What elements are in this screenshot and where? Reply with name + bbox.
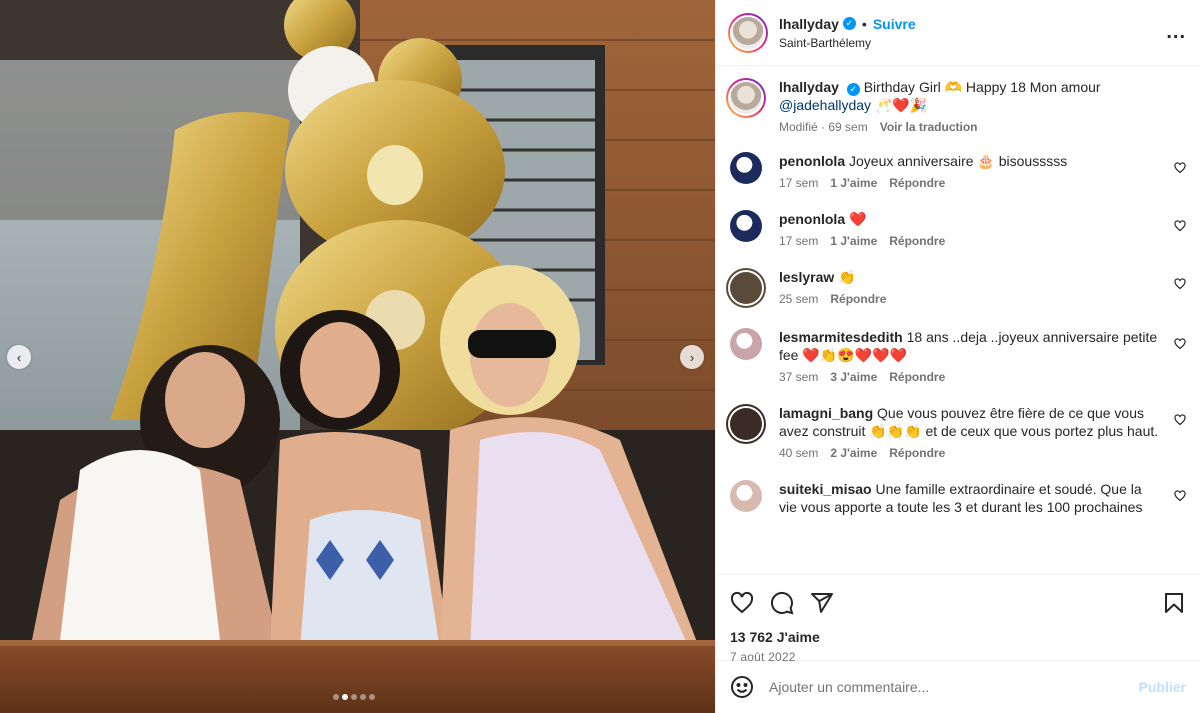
post-header: lhallyday ✓ • Suivre Saint-Barthélemy ..… [716,0,1200,66]
carousel-prev-button[interactable]: ‹ [7,345,31,369]
comment-text: ❤️ [849,211,867,227]
verified-badge-icon: ✓ [842,17,856,30]
comment-item: lamagni_bang Que vous pouvez être fière … [726,404,1186,460]
comment-item: leslyraw 👏 25 sem Répondre [726,268,1186,308]
commenter-username[interactable]: penonlola [779,211,845,227]
reply-button[interactable]: Répondre [889,446,945,460]
post-media[interactable]: ‹ › [0,0,715,713]
carousel-indicator [333,694,375,700]
chevron-right-icon: › [689,349,695,365]
commenter-username[interactable]: penonlola [779,153,845,169]
comment-item: lesmarmitesdedith 18 ans ..deja ..joyeux… [730,328,1186,384]
comment-like-heart-icon[interactable] [1174,219,1186,232]
comment-likes[interactable]: 2 J'aime [830,446,877,460]
share-icon[interactable] [810,591,834,615]
comment-like-heart-icon[interactable] [1174,277,1186,290]
caption-author-avatar[interactable] [726,78,766,118]
caption-username[interactable]: lhallyday [779,79,839,95]
publish-button[interactable]: Publier [1139,679,1186,695]
comment-text: Joyeux anniversaire 🎂 bisousssss [849,153,1068,169]
comment-likes[interactable]: 1 J'aime [830,176,877,190]
author-username[interactable]: lhallyday [779,16,839,32]
chevron-left-icon: ‹ [16,349,22,365]
commenter-avatar[interactable] [726,268,766,308]
comment-like-heart-icon[interactable] [1174,489,1186,502]
reply-button[interactable]: Répondre [889,176,945,190]
commenter-username[interactable]: leslyraw [779,269,834,285]
comment-like-heart-icon[interactable] [1174,161,1186,174]
post-location[interactable]: Saint-Barthélemy [779,36,1166,50]
heart-icon[interactable] [730,591,754,615]
reply-button[interactable]: Répondre [889,370,945,384]
comment-likes[interactable]: 3 J'aime [830,370,877,384]
comment-like-heart-icon[interactable] [1174,337,1186,350]
comment-item: suiteki_misao Une famille extraordinaire… [730,480,1186,516]
commenter-avatar[interactable] [730,328,762,360]
comment-time[interactable]: 17 sem [779,176,818,190]
bookmark-icon[interactable] [1162,591,1186,615]
caption-text: Birthday Girl 🫶 Happy 18 Mon amour [863,79,1101,95]
commenter-avatar[interactable] [730,210,762,242]
emoji-icon[interactable] [730,675,754,699]
reply-button[interactable]: Répondre [830,292,886,306]
post-caption: lhallyday ✓ Birthday Girl 🫶 Happy 18 Mon… [726,78,1186,134]
follow-button[interactable]: Suivre [873,16,916,32]
carousel-dot [351,694,357,700]
comment-likes[interactable]: 1 J'aime [830,234,877,248]
comment-like-heart-icon[interactable] [1174,413,1186,426]
post-date: 7 août 2022 [730,650,796,664]
caption-emojis: 🥂❤️🎉 [871,97,928,113]
comment-icon[interactable] [770,591,794,615]
post-actions: 13 762 J'aime 7 août 2022 [716,574,1200,664]
commenter-avatar[interactable] [726,404,766,444]
author-avatar[interactable] [728,12,768,53]
add-comment-bar: Publier [716,660,1200,713]
more-options-button[interactable]: ... [1166,21,1186,44]
comment-item: penonlola Joyeux anniversaire 🎂 bisousss… [730,152,1186,190]
separator-dot: • [861,15,867,32]
commenter-username[interactable]: lamagni_bang [779,405,873,421]
carousel-dot [342,694,348,700]
carousel-dot [369,694,375,700]
comment-time[interactable]: 25 sem [779,292,818,306]
carousel-dot [333,694,339,700]
comment-text: 👏 [838,269,856,285]
commenter-avatar[interactable] [730,152,762,184]
post-photo [0,0,715,713]
instagram-post-view: ‹ › lhallyday ✓ • Suivre Saint-Barthélem… [0,0,1200,713]
carousel-dot [360,694,366,700]
caption-edited: Modifié · 69 sem [779,120,868,134]
comments-list[interactable]: lhallyday ✓ Birthday Girl 🫶 Happy 18 Mon… [716,66,1200,574]
comment-time[interactable]: 37 sem [779,370,818,384]
likes-count[interactable]: 13 762 J'aime [730,629,1186,645]
translate-link[interactable]: Voir la traduction [880,120,978,134]
commenter-avatar[interactable] [730,480,762,512]
comment-time[interactable]: 17 sem [779,234,818,248]
comment-item: penonlola ❤️ 17 sem 1 J'aime Répondre [730,210,1186,248]
post-side-panel: lhallyday ✓ • Suivre Saint-Barthélemy ..… [715,0,1200,713]
comment-input[interactable] [769,679,1139,695]
commenter-username[interactable]: lesmarmitesdedith [779,329,903,345]
comment-time[interactable]: 40 sem [779,446,818,460]
carousel-next-button[interactable]: › [680,345,704,369]
commenter-username[interactable]: suiteki_misao [779,481,872,497]
verified-badge-icon: ✓ [846,82,860,96]
caption-mention[interactable]: @jadehallyday [779,97,871,113]
reply-button[interactable]: Répondre [889,234,945,248]
